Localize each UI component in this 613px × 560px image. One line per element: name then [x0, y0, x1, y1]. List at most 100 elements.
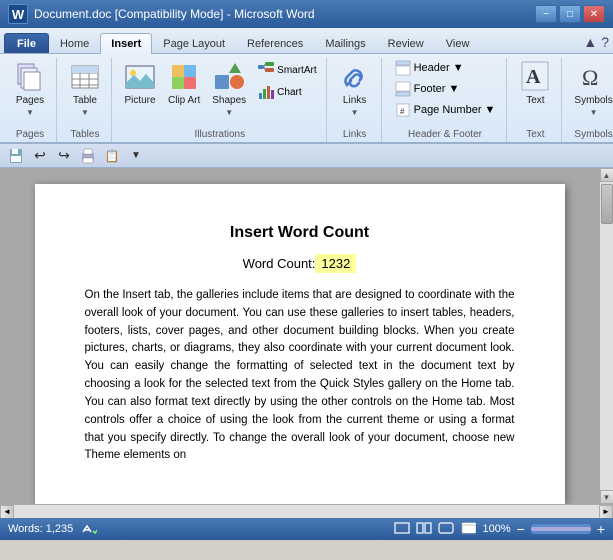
chart-button[interactable]: Chart	[254, 82, 319, 102]
symbols-icon: Ω	[578, 61, 610, 93]
zoom-minus-button[interactable]: −	[517, 521, 525, 537]
chart-label: Chart	[277, 87, 301, 98]
view-web-icon[interactable]	[438, 521, 454, 538]
title-bar: W Document.doc [Compatibility Mode] - Mi…	[0, 0, 613, 28]
svg-text:Ω: Ω	[582, 65, 598, 90]
vertical-scrollbar[interactable]: ▲ ▼	[599, 168, 613, 504]
scroll-down-button[interactable]: ▼	[600, 490, 613, 504]
picture-icon	[124, 61, 156, 93]
symbols-group-label: Symbols	[570, 129, 613, 140]
view-reading-icon[interactable]	[416, 521, 432, 538]
scroll-thumb[interactable]	[601, 184, 613, 224]
ribbon-group-pages: Pages ▼ Pages	[4, 58, 57, 142]
svg-text:#: #	[400, 107, 405, 116]
symbols-buttons: Ω Symbols ▼	[570, 58, 613, 127]
pages-label: Pages	[16, 95, 44, 106]
tab-view[interactable]: View	[435, 33, 481, 53]
shapes-dropdown-icon: ▼	[225, 108, 233, 117]
ribbon-group-illustrations: Picture Clip Art	[114, 58, 327, 142]
shapes-icon	[213, 61, 245, 93]
clip-art-button[interactable]: Clip Art	[164, 58, 204, 109]
pages-dropdown-icon: ▼	[26, 108, 34, 117]
tab-insert[interactable]: Insert	[100, 33, 152, 54]
undo-button[interactable]: ↩	[30, 147, 50, 165]
illustrations-buttons: Picture Clip Art	[120, 58, 320, 127]
scroll-left-button[interactable]: ◄	[0, 505, 14, 519]
document-wrapper: Insert Word Count Word Count:1232 On the…	[0, 168, 613, 518]
picture-label: Picture	[124, 95, 155, 106]
table-button[interactable]: Table ▼	[65, 58, 105, 120]
picture-button[interactable]: Picture	[120, 58, 160, 109]
shapes-button[interactable]: Shapes ▼	[208, 58, 250, 120]
help-icon[interactable]: ▲	[583, 34, 597, 50]
footer-icon	[395, 81, 411, 97]
links-button[interactable]: Links ▼	[335, 58, 375, 120]
status-left: Words: 1,235	[8, 521, 97, 537]
document-title: Insert Word Count	[85, 224, 515, 242]
view-normal-icon[interactable]	[394, 521, 410, 538]
tab-references[interactable]: References	[236, 33, 314, 53]
zoom-slider[interactable]	[531, 524, 591, 534]
word-count-label: Word Count:	[243, 256, 316, 271]
tab-review[interactable]: Review	[377, 33, 435, 53]
restore-button[interactable]: □	[559, 5, 581, 23]
scroll-up-button[interactable]: ▲	[600, 168, 613, 182]
pages-button[interactable]: Pages ▼	[10, 58, 50, 120]
print-button[interactable]	[78, 147, 98, 165]
tables-buttons: Table ▼	[65, 58, 105, 127]
tab-page-layout[interactable]: Page Layout	[152, 33, 236, 53]
save-button[interactable]	[6, 147, 26, 165]
word-count-line: Word Count:1232	[85, 256, 515, 271]
tab-mailings[interactable]: Mailings	[314, 33, 376, 53]
smartart-label: SmartArt	[277, 65, 316, 76]
zoom-value: 100%	[482, 523, 510, 535]
ribbon-group-header-footer: Header ▼ Footer ▼ #	[384, 58, 508, 142]
links-icon	[339, 61, 371, 93]
zoom-plus-button[interactable]: +	[597, 521, 605, 537]
header-button[interactable]: Header ▼	[390, 58, 501, 78]
ribbon-group-tables: Table ▼ Tables	[59, 58, 112, 142]
ribbon-group-text: A Text Text	[509, 58, 562, 142]
scroll-right-button[interactable]: ►	[599, 505, 613, 519]
paint-button[interactable]: 📋	[102, 147, 122, 165]
pages-icon	[14, 61, 46, 93]
links-label: Links	[343, 95, 366, 106]
symbols-label: Symbols	[574, 95, 612, 106]
header-footer-buttons: Header ▼ Footer ▼ #	[390, 58, 501, 127]
svg-text:A: A	[526, 66, 541, 88]
text-button[interactable]: A Text	[515, 58, 555, 109]
tab-home[interactable]: Home	[49, 33, 100, 53]
close-button[interactable]: ✕	[583, 5, 605, 23]
minimize-button[interactable]: −	[535, 5, 557, 23]
footer-button[interactable]: Footer ▼	[390, 79, 501, 99]
quick-access-toolbar: ↩ ↪ 📋 ▼	[0, 144, 613, 168]
word-app-icon: W	[8, 4, 28, 24]
redo-button[interactable]: ↪	[54, 147, 74, 165]
text-buttons: A Text	[515, 58, 555, 127]
page-number-button[interactable]: # Page Number ▼	[390, 100, 501, 120]
table-icon	[69, 61, 101, 93]
horizontal-scrollbar[interactable]: ◄ ►	[0, 504, 613, 518]
ribbon-help-icon[interactable]: ?	[601, 34, 609, 50]
spelling-check-icon[interactable]	[81, 521, 97, 537]
ribbon-group-links: Links ▼ Links	[329, 58, 382, 142]
symbols-button[interactable]: Ω Symbols ▼	[570, 58, 613, 120]
smartart-button[interactable]: SmartArt	[254, 60, 319, 80]
customize-quick-access-button[interactable]: ▼	[126, 147, 146, 165]
document-scroll-area: Insert Word Count Word Count:1232 On the…	[0, 168, 613, 504]
links-dropdown-icon: ▼	[351, 108, 359, 117]
text-label: Text	[526, 95, 544, 106]
view-outline-icon[interactable]	[460, 521, 476, 538]
text-icon: A	[519, 61, 551, 93]
text-group-label: Text	[515, 129, 555, 140]
word-count-status: Words: 1,235	[8, 523, 73, 535]
shapes-label: Shapes	[212, 95, 246, 106]
smartart-icon	[257, 61, 275, 79]
ribbon-tab-bar: File Home Insert Page Layout References …	[0, 28, 613, 54]
title-bar-left: W Document.doc [Compatibility Mode] - Mi…	[8, 4, 315, 24]
word-count-value[interactable]: 1232	[315, 254, 356, 273]
links-group-label: Links	[335, 129, 375, 140]
window-controls: − □ ✕	[535, 5, 605, 23]
scroll-track[interactable]	[600, 182, 613, 490]
tab-file[interactable]: File	[4, 33, 49, 53]
